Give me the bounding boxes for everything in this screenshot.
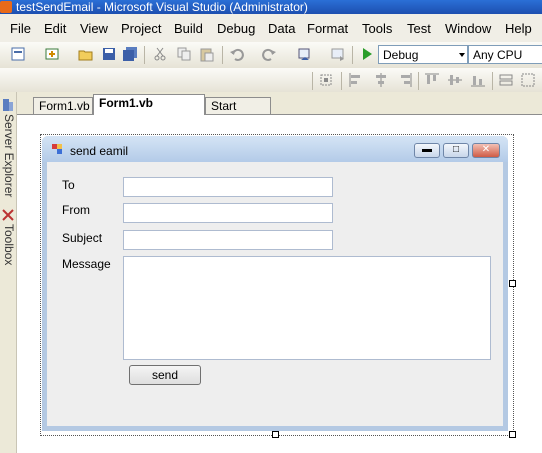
add-item-icon[interactable] [44, 46, 60, 62]
menu-project[interactable]: Project [121, 21, 161, 36]
side-tool-windows: Server Explorer Toolbox [0, 92, 17, 453]
close-button[interactable]: ✕ [472, 143, 500, 158]
toolbar-separator [352, 46, 353, 64]
form-title-bar: send eamil ▬ □ ✕ [42, 136, 508, 162]
layout-toolbar [0, 68, 542, 92]
align-bottoms-icon[interactable] [470, 72, 486, 88]
solution-configuration-select[interactable]: Debug [378, 45, 468, 64]
server-explorer-tab[interactable]: Server Explorer [0, 114, 16, 204]
toolbar-separator [418, 72, 419, 90]
toolbar-separator [312, 72, 313, 90]
toolbar-separator [492, 72, 493, 90]
tab-form1-design[interactable]: Form1.vb [Design] [93, 94, 205, 127]
standard-toolbar: Debug Any CPU [0, 42, 542, 69]
from-field[interactable] [123, 203, 333, 223]
make-same-width-icon[interactable] [498, 72, 514, 88]
form-client-area: To From Subject Message send [47, 162, 503, 426]
menu-edit[interactable]: Edit [44, 21, 66, 36]
from-label: From [62, 203, 90, 217]
navigate-forward-icon[interactable] [330, 46, 346, 62]
send-button[interactable]: send [129, 365, 201, 385]
platform-value: Any CPU [473, 48, 523, 62]
maximize-button[interactable]: □ [443, 143, 469, 158]
align-tops-icon[interactable] [424, 72, 440, 88]
align-lefts-icon[interactable] [348, 72, 364, 88]
resize-handle-bottom[interactable] [272, 431, 279, 438]
form-window[interactable]: send eamil ▬ □ ✕ To From Subject Message… [42, 136, 508, 431]
title-bar: testSendEmail - Microsoft Visual Studio … [0, 0, 542, 14]
menu-window[interactable]: Window [445, 21, 491, 36]
toolbar-separator [341, 72, 342, 90]
undo-icon[interactable] [229, 46, 245, 62]
menu-build[interactable]: Build [174, 21, 203, 36]
menu-file[interactable]: File [10, 21, 31, 36]
align-middles-icon[interactable] [447, 72, 463, 88]
menu-help[interactable]: Help [505, 21, 532, 36]
maximize-icon: □ [452, 144, 460, 155]
align-rights-icon[interactable] [397, 72, 413, 88]
server-explorer-icon [3, 99, 13, 111]
menu-debug[interactable]: Debug [217, 21, 255, 36]
form-title: send eamil [70, 144, 129, 158]
menu-bar: File Edit View Project Build Debug Data … [0, 14, 542, 42]
close-icon: ✕ [481, 144, 491, 155]
copy-icon[interactable] [176, 46, 192, 62]
chevron-down-icon [459, 53, 465, 57]
subject-field[interactable] [123, 230, 333, 250]
resize-handle-right[interactable] [509, 280, 516, 287]
menu-tools[interactable]: Tools [362, 21, 392, 36]
save-all-icon[interactable] [122, 46, 138, 62]
tab-start-page[interactable]: Start Page [205, 97, 271, 130]
toolbox-icon [2, 209, 14, 221]
subject-label: Subject [62, 231, 103, 245]
message-field[interactable] [123, 256, 491, 360]
menu-test[interactable]: Test [407, 21, 431, 36]
navigate-backward-icon[interactable] [297, 46, 313, 62]
start-debugging-icon[interactable] [359, 46, 375, 62]
minimize-icon: ▬ [422, 144, 432, 155]
menu-view[interactable]: View [80, 21, 108, 36]
new-project-icon[interactable] [10, 46, 26, 62]
menu-format[interactable]: Format [307, 21, 348, 36]
menu-data[interactable]: Data [268, 21, 295, 36]
visual-studio-icon [0, 1, 12, 13]
toolbar-separator [144, 46, 145, 64]
align-centers-icon[interactable] [373, 72, 389, 88]
cut-icon[interactable] [152, 46, 168, 62]
minimize-button[interactable]: ▬ [414, 143, 440, 158]
window-title: testSendEmail - Microsoft Visual Studio … [16, 0, 308, 14]
solution-platform-select[interactable]: Any CPU [468, 45, 542, 64]
size-to-grid-icon[interactable] [520, 72, 536, 88]
open-file-icon[interactable] [78, 46, 94, 62]
to-field[interactable] [123, 177, 333, 197]
toolbox-tab[interactable]: Toolbox [0, 224, 16, 274]
redo-icon[interactable] [261, 46, 277, 62]
paste-icon[interactable] [199, 46, 215, 62]
message-label: Message [62, 257, 111, 271]
toolbar-separator [222, 46, 223, 64]
document-tab-strip: Form1.vb Form1.vb [Design] Start Page [17, 92, 542, 130]
save-icon[interactable] [101, 46, 117, 62]
configuration-value: Debug [383, 48, 419, 62]
to-label: To [62, 178, 75, 192]
align-to-grid-icon[interactable] [318, 72, 334, 88]
resize-handle-corner[interactable] [509, 431, 516, 438]
tab-form1-code[interactable]: Form1.vb [33, 97, 93, 114]
form-icon [52, 144, 62, 154]
